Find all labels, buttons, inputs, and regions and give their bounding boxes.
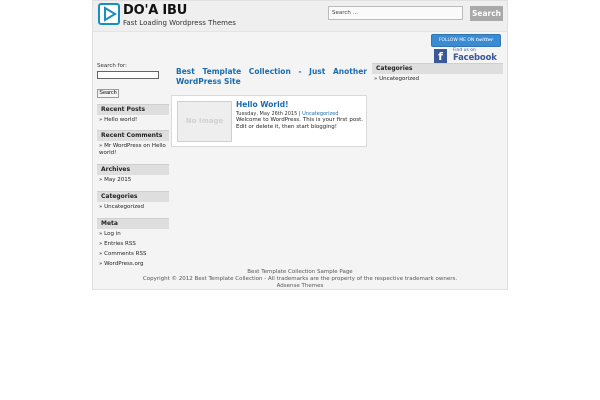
twitter-prefix: FOLLOW ME ON [438,38,475,43]
page-wrapper: DO'A IBU Fast Loading Wordpress Themes S… [92,0,508,290]
left-sidebar: Search for: Search Recent Posts » Hello … [97,63,169,269]
widget-title-archives: Archives [97,164,169,175]
twitter-follow-button[interactable]: FOLLOW ME ON twitter [431,34,501,47]
header-search-input[interactable]: Search ... [328,6,463,20]
post-title[interactable]: Hello World! [236,100,289,109]
facebook-line2: Facebook [453,53,497,63]
header-search-button[interactable]: Search [470,6,503,21]
widget-title-meta: Meta [97,218,169,229]
right-category-link[interactable]: » Uncategorized [372,74,503,84]
site-tagline: Fast Loading Wordpress Themes [123,19,236,27]
archive-link[interactable]: » May 2015 [97,175,169,185]
sidebar-search-input[interactable] [97,71,159,79]
widget-title-categories: Categories [97,191,169,202]
footer-sample-page-link[interactable]: Best Template Collection Sample Page [93,269,507,276]
recent-post-link[interactable]: » Hello world! [97,115,169,125]
recent-comment-link[interactable]: » Mr WordPress on Hello world! [97,141,169,158]
footer-adsense-themes-link[interactable]: Adsense Themes [93,283,507,290]
facebook-find-us-button[interactable]: f Find us on Facebook [434,48,497,64]
page-heading[interactable]: Best Template Collection - Just Another … [176,67,367,87]
site-title[interactable]: DO'A IBU [123,3,187,18]
site-header: DO'A IBU Fast Loading Wordpress Themes S… [93,1,507,32]
play-logo-icon[interactable] [98,3,120,25]
sidebar-search-label: Search for: [97,63,127,69]
widget-title-recent-posts: Recent Posts [97,104,169,115]
footer-copyright: Copyright © 2012 Best Template Collectio… [142,276,458,282]
meta-link-wordpress-org[interactable]: » WordPress.org [97,259,169,269]
no-image-text: No Image [185,117,224,125]
sidebar-search-button[interactable]: Search [97,89,119,98]
main-content: Best Template Collection - Just Another … [171,63,367,147]
twitter-brand: twitter [475,38,494,43]
post-card: No Image Hello World! Tuesday, May 26th … [171,95,367,147]
site-footer: Best Template Collection Sample Page Cop… [93,269,507,290]
widget-title-recent-comments: Recent Comments [97,130,169,141]
post-thumbnail[interactable]: No Image [177,101,232,142]
meta-link-entries-rss[interactable]: » Entries RSS [97,239,169,249]
meta-link-comments-rss[interactable]: » Comments RSS [97,249,169,259]
right-widget-title-categories: Categories [372,63,503,74]
post-excerpt: Welcome to WordPress. This is your first… [236,117,363,130]
facebook-icon: f [434,49,447,63]
right-sidebar: Categories » Uncategorized [372,63,503,84]
category-link[interactable]: » Uncategorized [97,202,169,212]
meta-link-login[interactable]: » Log in [97,229,169,239]
